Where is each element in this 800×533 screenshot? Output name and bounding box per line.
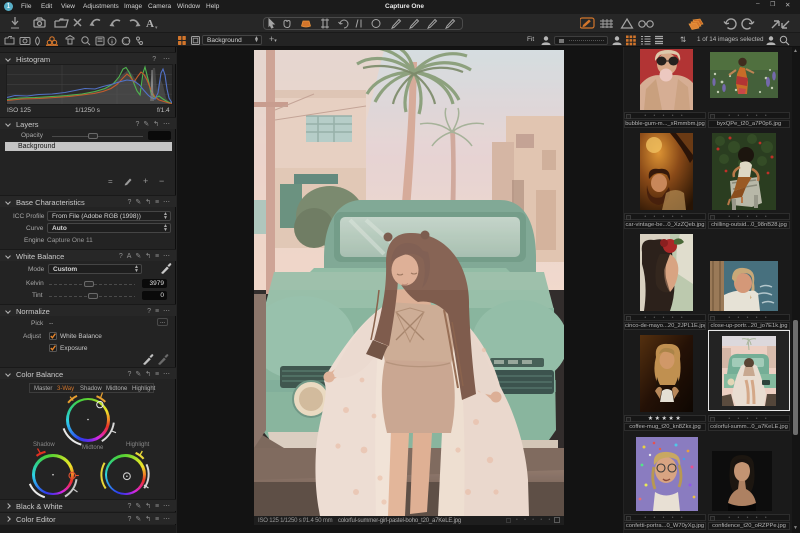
svg-text:A: A [146,18,154,30]
svg-text:▾: ▾ [155,25,158,31]
